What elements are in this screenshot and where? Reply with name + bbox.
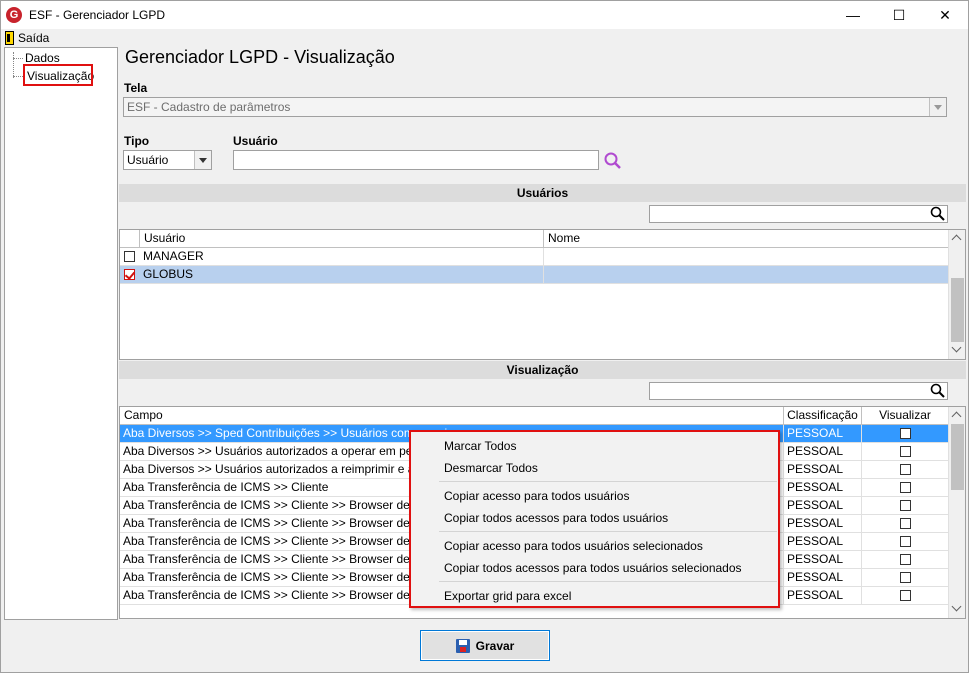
tree-item-dados[interactable]: Dados	[25, 51, 60, 65]
tipo-label: Tipo	[124, 134, 150, 148]
search-icon[interactable]	[930, 383, 946, 399]
menu-separator	[439, 581, 777, 582]
visualizar-checkbox[interactable]	[900, 482, 911, 493]
save-button-label: Gravar	[475, 638, 515, 653]
classificacao-cell: PESSOAL	[784, 515, 862, 533]
scroll-thumb[interactable]	[951, 278, 964, 342]
header-visualizar[interactable]: Visualizar	[862, 407, 949, 425]
menu-separator	[439, 481, 777, 482]
main-window: G ESF - Gerenciador LGPD — ☐ ✕ Saída Dad…	[0, 0, 969, 673]
visualizacao-grid-header: Campo Classificação Visualizar	[120, 407, 949, 425]
classificacao-cell: PESSOAL	[784, 587, 862, 605]
tela-value: ESF - Cadastro de parâmetros	[127, 100, 291, 114]
tree-connector	[13, 58, 23, 59]
usuarios-section-title: Usuários	[119, 184, 966, 202]
usuario-label: Usuário	[233, 134, 278, 148]
usuarios-search-input[interactable]	[649, 205, 948, 223]
context-menu: Marcar Todos Desmarcar Todos Copiar aces…	[409, 430, 780, 608]
menu-item-copiar-todos-acessos-todos[interactable]: Copiar todos acessos para todos usuários	[444, 511, 668, 525]
table-row[interactable]: MANAGER	[120, 248, 949, 266]
page-title: Gerenciador LGPD - Visualização	[125, 47, 395, 67]
maximize-button[interactable]: ☐	[876, 1, 922, 29]
scroll-up-icon[interactable]	[949, 230, 965, 247]
usuarios-scrollbar[interactable]	[948, 230, 965, 359]
menu-separator	[439, 531, 777, 532]
title-bar: G ESF - Gerenciador LGPD — ☐ ✕	[1, 1, 968, 29]
tipo-select[interactable]: Usuário	[123, 150, 212, 170]
header-classificacao[interactable]: Classificação	[784, 407, 862, 425]
table-row[interactable]: GLOBUS	[120, 266, 949, 284]
menu-exit-label: Saída	[18, 31, 50, 45]
tree-connector	[13, 52, 14, 78]
visualizacao-scrollbar[interactable]	[948, 407, 965, 618]
menu-exit[interactable]: Saída	[5, 30, 49, 46]
header-campo[interactable]: Campo	[120, 407, 784, 425]
visualizacao-search-input[interactable]	[649, 382, 948, 400]
classificacao-cell: PESSOAL	[784, 443, 862, 461]
scroll-down-icon[interactable]	[949, 342, 965, 359]
classificacao-cell: PESSOAL	[784, 497, 862, 515]
usuarios-grid: Usuário Nome MANAGER GLOBUS	[119, 229, 966, 360]
header-usuario[interactable]: Usuário	[140, 230, 544, 248]
header-check-column	[120, 230, 140, 248]
visualizar-checkbox[interactable]	[900, 500, 911, 511]
visualizar-checkbox[interactable]	[900, 428, 911, 439]
menu-item-copiar-acesso-selecionados[interactable]: Copiar acesso para todos usuários seleci…	[444, 539, 703, 553]
visualizar-checkbox[interactable]	[900, 518, 911, 529]
scroll-down-icon[interactable]	[949, 601, 965, 618]
visualizar-checkbox[interactable]	[900, 590, 911, 601]
usuario-cell: MANAGER	[140, 248, 544, 266]
tela-combo[interactable]: ESF - Cadastro de parâmetros	[123, 97, 947, 117]
visualizar-checkbox[interactable]	[900, 554, 911, 565]
row-checkbox[interactable]	[124, 251, 135, 262]
menu-item-copiar-todos-acessos-selecionados[interactable]: Copiar todos acessos para todos usuários…	[444, 561, 742, 575]
navigation-tree: Dados Visualização	[4, 47, 118, 620]
tela-label: Tela	[124, 81, 148, 95]
menu-item-copiar-acesso-todos[interactable]: Copiar acesso para todos usuários	[444, 489, 629, 503]
highlight-box	[23, 64, 93, 86]
classificacao-cell: PESSOAL	[784, 425, 862, 443]
visualizar-checkbox[interactable]	[900, 446, 911, 457]
usuario-cell: GLOBUS	[140, 266, 544, 284]
chevron-down-icon[interactable]	[194, 151, 211, 169]
close-button[interactable]: ✕	[922, 1, 968, 29]
tree-connector	[13, 76, 23, 77]
header-nome[interactable]: Nome	[544, 230, 949, 248]
exit-door-icon	[5, 31, 14, 45]
classificacao-cell: PESSOAL	[784, 569, 862, 587]
scroll-thumb[interactable]	[951, 424, 964, 490]
chevron-down-icon[interactable]	[929, 98, 946, 116]
visualizar-checkbox[interactable]	[900, 572, 911, 583]
menu-item-marcar-todos[interactable]: Marcar Todos	[444, 439, 516, 453]
classificacao-cell: PESSOAL	[784, 479, 862, 497]
menu-item-desmarcar-todos[interactable]: Desmarcar Todos	[444, 461, 538, 475]
search-icon[interactable]	[603, 151, 623, 171]
visualizar-checkbox[interactable]	[900, 464, 911, 475]
classificacao-cell: PESSOAL	[784, 533, 862, 551]
row-checkbox[interactable]	[124, 269, 135, 280]
tipo-value: Usuário	[127, 153, 169, 167]
save-button[interactable]: Gravar	[420, 630, 550, 661]
menu-item-exportar-excel[interactable]: Exportar grid para excel	[444, 589, 571, 603]
search-icon[interactable]	[930, 206, 946, 222]
menu-bar: Saída	[1, 29, 968, 47]
floppy-disk-icon	[455, 638, 470, 653]
nome-cell	[544, 248, 949, 266]
visualizacao-section-title: Visualização	[119, 361, 966, 379]
classificacao-cell: PESSOAL	[784, 551, 862, 569]
scroll-up-icon[interactable]	[949, 407, 965, 424]
visualizar-checkbox[interactable]	[900, 536, 911, 547]
nome-cell	[544, 266, 949, 284]
app-logo-icon: G	[6, 7, 22, 23]
usuario-input[interactable]	[233, 150, 599, 170]
usuarios-grid-header: Usuário Nome	[120, 230, 949, 248]
minimize-button[interactable]: —	[830, 1, 876, 29]
classificacao-cell: PESSOAL	[784, 461, 862, 479]
window-title: ESF - Gerenciador LGPD	[29, 8, 166, 22]
